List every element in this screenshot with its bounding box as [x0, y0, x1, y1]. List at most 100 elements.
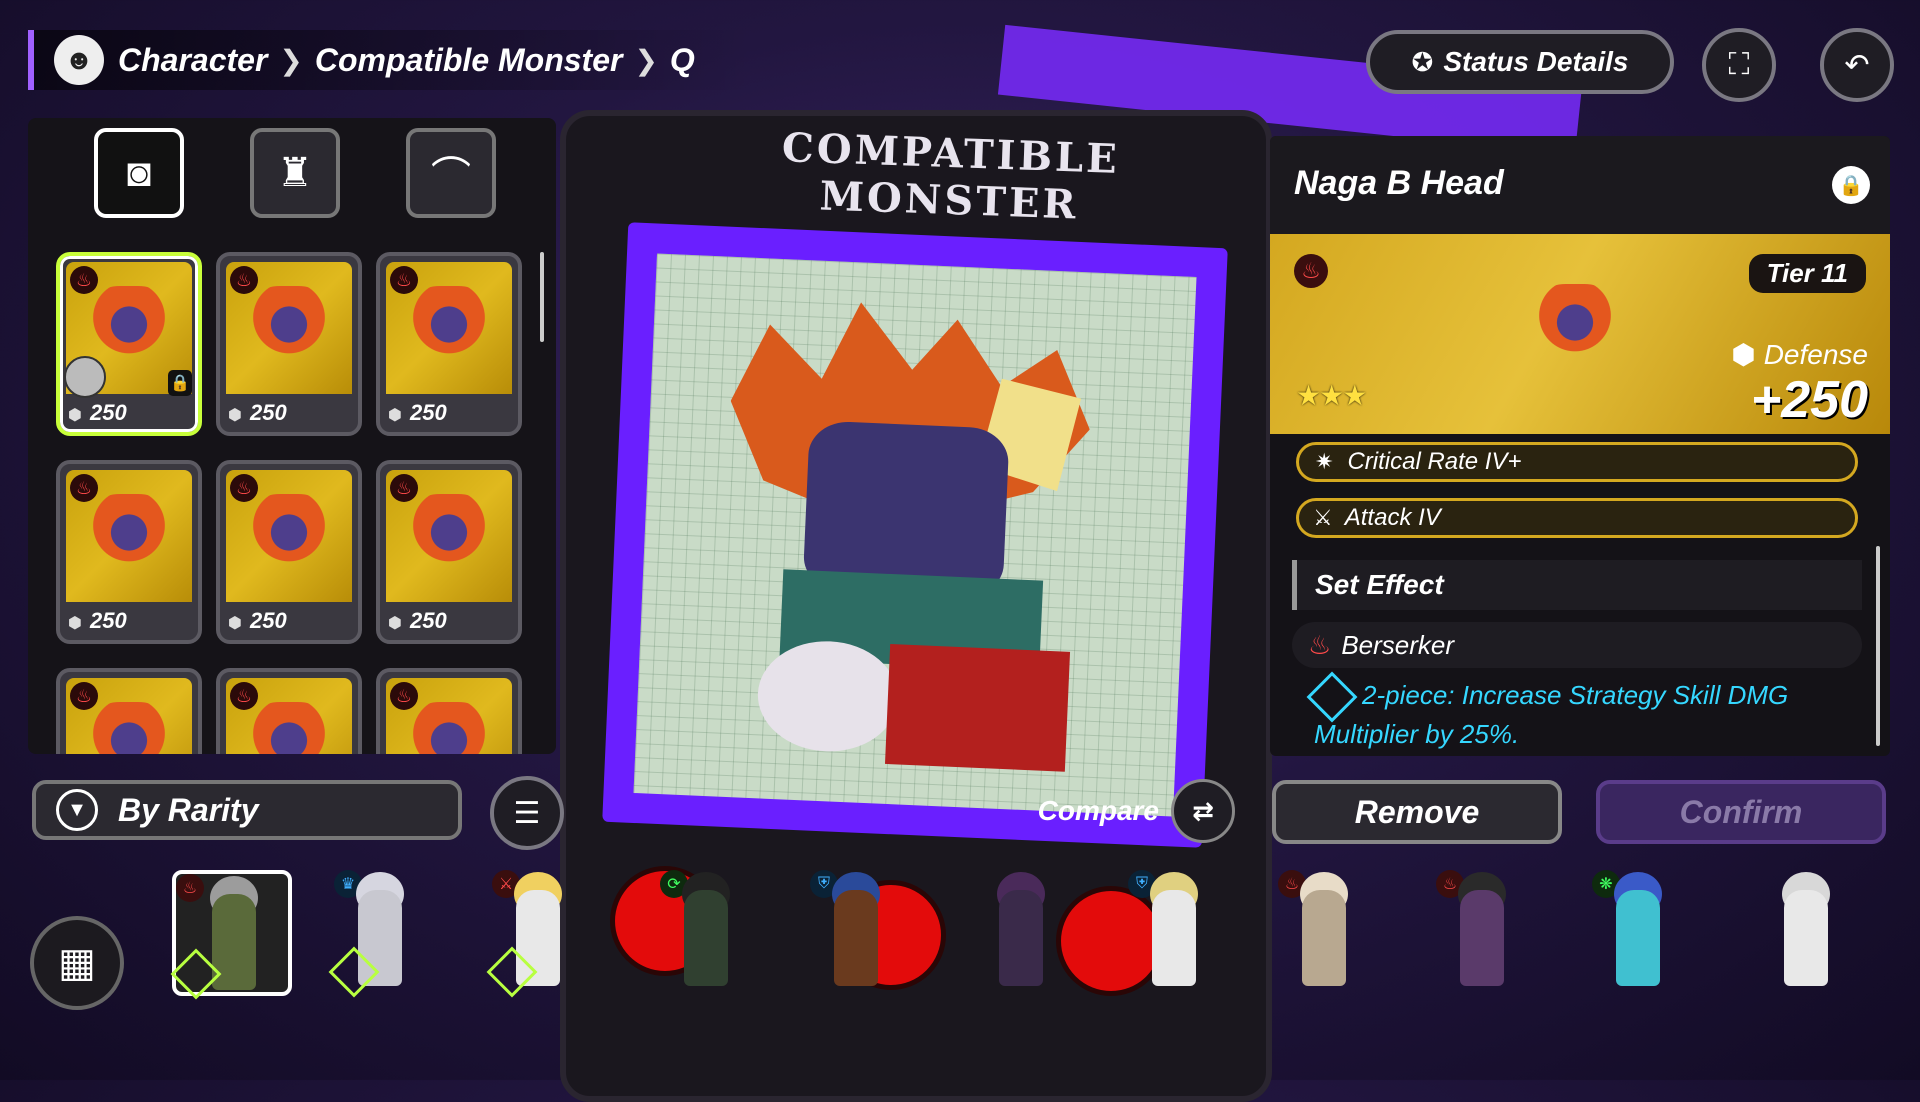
party-bar: ♨ ♛ ⚔ ⟳ ⛨ ⛨ ♨ ♨ ❋ — [0, 850, 1920, 1000]
confirm-button[interactable]: Confirm — [1596, 780, 1886, 844]
compare-button[interactable]: Compare ⇄ — [1015, 779, 1235, 843]
party-member[interactable] — [1760, 870, 1850, 990]
fire-element-icon: ♨ — [1308, 629, 1332, 660]
body-icon: ♜ — [277, 151, 313, 195]
tier-badge: Tier 11 — [1748, 254, 1866, 293]
detail-scrollbar[interactable] — [1876, 546, 1880, 746]
remove-button[interactable]: Remove — [1272, 780, 1562, 844]
confirm-label: Confirm — [1679, 793, 1803, 830]
party-member[interactable]: ♛ — [328, 870, 424, 998]
monster-card[interactable]: ♨ — [216, 668, 362, 754]
monster-detail-thumbnail — [1530, 284, 1620, 354]
detail-summary-card: ♨ Tier 11 ★★★ ⬢ Defense +250 — [1270, 234, 1890, 434]
sort-order-button[interactable]: ☰ — [490, 776, 564, 850]
monster-card[interactable]: ♨ ⬢ 250 — [216, 252, 362, 436]
fullscreen-button[interactable]: ⛶ — [1702, 28, 1776, 102]
tab-wing[interactable]: ⌒ — [406, 128, 496, 218]
monster-thumbnail — [84, 494, 174, 564]
equipped-character-avatar — [64, 356, 106, 398]
fire-element-icon: ♨ — [390, 682, 418, 710]
filter-icon: ▼ — [56, 789, 98, 831]
back-arrow-icon: ↶ — [1844, 48, 1870, 82]
breadcrumb-item-character[interactable]: Character — [118, 42, 267, 79]
breadcrumb-item-current: Q — [669, 41, 695, 78]
monster-card[interactable]: ♨ 🔒 ⬢ 250 — [56, 252, 202, 436]
monster-card-value-wrap: ⬢ 250 — [388, 608, 447, 634]
substat-label: Attack IV — [1344, 504, 1441, 531]
character-sprite — [834, 890, 878, 986]
character-sprite — [684, 890, 728, 986]
character-sprite — [1302, 890, 1346, 986]
monster-thumbnail — [244, 286, 334, 356]
party-member[interactable]: ⚔ — [486, 870, 582, 998]
tab-body[interactable]: ♜ — [250, 128, 340, 218]
set-name: Berserker — [1341, 629, 1455, 660]
monster-card[interactable]: ♨ ⬢ 250 — [216, 460, 362, 644]
monster-card[interactable]: ♨ — [376, 668, 522, 754]
breadcrumb: ☻ Character ❯ Compatible Monster ❯ Q — [28, 30, 754, 90]
fire-element-icon: ♨ — [390, 474, 418, 502]
monster-card-value: 250 — [89, 400, 127, 425]
fire-element-icon: ♨ — [70, 474, 98, 502]
wing-icon: ⌒ — [431, 155, 471, 199]
party-member[interactable]: ❋ — [1592, 870, 1682, 990]
main-stat-label-wrap: ⬢ Defense — [1731, 338, 1868, 371]
monster-card[interactable]: ♨ ⬢ 250 — [56, 460, 202, 644]
set-effect-heading: Set Effect — [1292, 560, 1862, 610]
monster-card[interactable]: ♨ ⬢ 250 — [376, 460, 522, 644]
defense-icon: ⬢ — [228, 615, 242, 632]
party-member[interactable]: ⛨ — [1128, 870, 1218, 990]
chevron-right-icon: ❯ — [279, 44, 303, 76]
tab-head[interactable]: ◙ — [94, 128, 184, 218]
party-member[interactable]: ♨ — [170, 870, 292, 1000]
chevron-right-icon: ❯ — [634, 44, 658, 76]
party-member[interactable]: ♨ — [1436, 870, 1526, 990]
monster-name: Naga B Head — [1294, 164, 1504, 202]
sort-rarity-label: By Rarity — [118, 791, 259, 828]
back-button[interactable]: ↶ — [1820, 28, 1894, 102]
monster-thumbnail — [84, 286, 174, 356]
party-member[interactable]: ⛨ — [810, 870, 900, 990]
fire-element-icon: ♨ — [70, 682, 98, 710]
rarity-stars: ★★★ — [1296, 380, 1367, 411]
fire-element-icon: ♨ — [70, 266, 98, 294]
status-details-button[interactable]: ✪ Status Details — [1366, 30, 1674, 94]
monster-preview-image — [633, 253, 1197, 817]
monster-card-value: 250 — [409, 608, 447, 633]
sort-order-icon: ☰ — [513, 796, 541, 830]
detail-header: Naga B Head 🔒 — [1270, 136, 1890, 234]
monster-card-value: 250 — [409, 400, 447, 425]
party-member[interactable] — [975, 870, 1065, 990]
lock-toggle-icon[interactable]: 🔒 — [1832, 166, 1870, 204]
main-stat-label: Defense — [1763, 339, 1868, 370]
party-member[interactable]: ♨ — [1278, 870, 1368, 990]
defense-icon: ⬢ — [68, 615, 82, 632]
defense-icon: ⬢ — [1731, 339, 1756, 370]
app-logo-icon: ☻ — [54, 35, 104, 85]
status-details-label: Status Details — [1443, 46, 1629, 77]
set-effect-description: 2-piece: Increase Strategy Skill DMG Mul… — [1306, 671, 1854, 753]
monster-card[interactable]: ♨ ⬢ 250 — [376, 252, 522, 436]
sort-rarity-button[interactable]: ▼ By Rarity — [32, 780, 462, 840]
fire-element-icon: ♨ — [230, 682, 258, 710]
monster-thumbnail — [404, 286, 494, 356]
monster-thumbnail — [404, 702, 494, 754]
set-name-row: ♨ Berserker — [1292, 622, 1862, 668]
sword-icon: ⚔ — [1315, 505, 1331, 530]
monster-red-cloth — [884, 644, 1071, 772]
monster-card-value: 250 — [89, 608, 127, 633]
defense-icon: ⬢ — [68, 407, 82, 424]
monster-list-panel: ◙ ♜ ⌒ ♨ 🔒 ⬢ 250 ♨ ⬢ 250 ♨ ⬢ 250 ♨ ⬢ 250 ♨ ⬢ 2… — [28, 118, 556, 754]
fire-element-icon: ♨ — [230, 474, 258, 502]
monster-card[interactable]: ♨ — [56, 668, 202, 754]
party-member[interactable]: ⟳ — [660, 870, 750, 990]
fire-element-icon: ♨ — [176, 874, 204, 902]
defense-icon: ⬢ — [228, 407, 242, 424]
set-effect-text: 2-piece: Increase Strategy Skill DMG Mul… — [1314, 680, 1789, 750]
breadcrumb-item-compatible-monster[interactable]: Compatible Monster — [315, 42, 623, 79]
main-stat-value: +250 — [1750, 371, 1868, 429]
monster-card-value-wrap: ⬢ 250 — [68, 608, 127, 634]
list-scrollbar[interactable] — [540, 252, 544, 342]
fire-element-icon: ♨ — [230, 266, 258, 294]
substat-row: ⚔ Attack IV — [1296, 498, 1858, 538]
